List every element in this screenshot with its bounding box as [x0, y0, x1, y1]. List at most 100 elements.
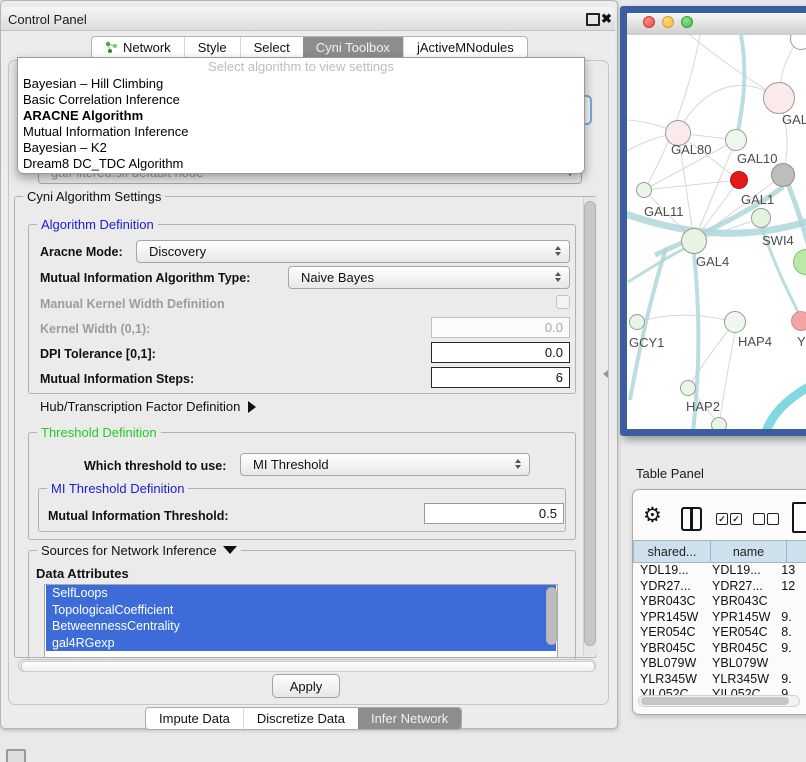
which-threshold-combo[interactable]: MI Threshold — [240, 453, 530, 476]
table-header-row: shared... name — [633, 540, 806, 563]
data-attribute-item[interactable]: gal4RGexp — [46, 635, 556, 652]
network-node[interactable] — [711, 417, 727, 429]
settings-scrollbar-thumb[interactable] — [584, 201, 596, 646]
table-cell: 9. — [777, 687, 806, 695]
manual-kernel-checkbox[interactable] — [556, 295, 570, 309]
tab-infer-network[interactable]: Infer Network — [358, 708, 461, 729]
node-label: HAP4 — [738, 334, 772, 349]
table-hscrollbar-thumb[interactable] — [641, 697, 789, 705]
zoom-traffic-icon[interactable] — [681, 16, 693, 28]
settings-hscrollbar[interactable] — [18, 659, 596, 672]
tab-jactivemnodules[interactable]: jActiveMNodules — [403, 37, 527, 58]
aracne-mode-combo[interactable]: Discovery — [136, 240, 570, 263]
table-cell: YBR045C — [707, 641, 777, 657]
aracne-mode-label: Aracne Mode: — [40, 245, 123, 259]
table-cell: YPR145W — [633, 610, 707, 626]
table-body: YDL19...YDL19...13YDR27...YDR27...12YBR0… — [633, 563, 806, 695]
table-row[interactable]: YIL052CYIL052C9. — [633, 687, 806, 695]
table-row[interactable]: YPR145WYPR145W9. — [633, 610, 806, 626]
column-header-third[interactable] — [787, 540, 806, 563]
document-icon[interactable] — [792, 502, 806, 533]
algorithm-option[interactable]: ARACNE Algorithm — [18, 108, 584, 124]
table-cell: YDL19... — [707, 563, 777, 579]
data-attribute-item[interactable]: TopologicalCoefficient — [46, 602, 556, 619]
table-row[interactable]: YLR345WYLR345W9. — [633, 672, 806, 688]
table-row[interactable]: YBR045CYBR045C9. — [633, 641, 806, 657]
network-node-gal11[interactable] — [636, 182, 652, 198]
tab-cyni-toolbox[interactable]: Cyni Toolbox — [303, 37, 403, 58]
algorithm-option[interactable]: Bayesian – K2 — [18, 140, 584, 156]
select-all-checkbox-icon[interactable]: ✓ — [730, 513, 742, 525]
close-traffic-icon[interactable] — [643, 16, 655, 28]
splitter-arrow-icon[interactable] — [603, 370, 608, 378]
gear-icon[interactable]: ⚙ — [643, 503, 662, 528]
table-row[interactable]: YDR27...YDR27...12 — [633, 579, 806, 595]
algorithm-option[interactable]: Dream8 DC_TDC Algorithm — [18, 156, 584, 172]
close-icon[interactable]: ✖ — [601, 11, 612, 27]
split-columns-icon[interactable] — [681, 507, 702, 531]
table-cell: 12 — [777, 579, 806, 595]
tab-discretize-data[interactable]: Discretize Data — [243, 708, 358, 729]
data-attribute-item[interactable]: BetweennessCentrality — [46, 618, 556, 635]
data-attribute-item[interactable]: SelfLoops — [46, 585, 556, 602]
tab-network[interactable]: Network — [92, 37, 184, 58]
tab-style[interactable]: Style — [184, 37, 240, 58]
tab-impute-data[interactable]: Impute Data — [146, 708, 243, 729]
apply-label: Apply — [290, 679, 323, 694]
group-title: Threshold Definition — [37, 425, 161, 440]
table-row[interactable]: YBL079WYBL079W — [633, 656, 806, 672]
algorithm-option[interactable]: Bayesian – Hill Climbing — [18, 76, 584, 92]
data-attributes-list[interactable]: SelfLoopsTopologicalCoefficientBetweenne… — [44, 584, 558, 658]
kernel-width-label: Kernel Width (0,1): — [40, 322, 150, 336]
group-title: MI Threshold Definition — [47, 481, 188, 496]
mi-steps-field[interactable]: 6 — [431, 367, 570, 388]
mi-threshold-label: Mutual Information Threshold: — [48, 509, 229, 523]
table-cell: YBR045C — [633, 641, 707, 657]
table-cell: YER054C — [633, 625, 707, 641]
minimized-panel-icon[interactable] — [6, 749, 26, 762]
deselect-all-checkbox-icon[interactable] — [753, 513, 765, 525]
network-node-gal10[interactable] — [725, 129, 747, 151]
tab-label: Infer Network — [371, 708, 448, 729]
network-node-gal1[interactable] — [751, 208, 771, 228]
network-canvas[interactable]: GALGAL80GAL10GAL11GAL1SWI4GAL4GCY1HAP4YH… — [627, 35, 806, 429]
column-header-shared-name[interactable]: shared... — [633, 540, 711, 563]
table-hscrollbar[interactable] — [638, 695, 800, 707]
table-row[interactable]: YDL19...YDL19...13 — [633, 563, 806, 579]
tab-label: Style — [198, 37, 227, 58]
network-node-gal4[interactable] — [681, 228, 707, 254]
control-panel-titlebar[interactable] — [1, 7, 615, 31]
network-node-y[interactable] — [791, 311, 806, 331]
column-header-name[interactable]: name — [711, 540, 787, 563]
float-window-icon[interactable] — [586, 13, 600, 26]
which-threshold-value: MI Threshold — [253, 457, 329, 472]
algorithm-option[interactable]: Mutual Information Inference — [18, 124, 584, 140]
expanded-arrow-icon[interactable] — [223, 546, 237, 554]
stepper-icon — [555, 272, 562, 284]
network-node[interactable] — [771, 163, 795, 187]
apply-button[interactable]: Apply — [272, 674, 340, 698]
algorithm-option[interactable]: Basic Correlation Inference — [18, 92, 584, 108]
hub-definition-toggle[interactable]: Hub/Transcription Factor Definition — [40, 399, 256, 414]
mi-type-combo[interactable]: Naive Bayes — [288, 266, 570, 289]
mi-threshold-field[interactable]: 0.5 — [424, 503, 564, 524]
tab-select[interactable]: Select — [240, 37, 303, 58]
table-row[interactable]: YER054CYER054C8. — [633, 625, 806, 641]
dpi-tolerance-field[interactable]: 0.0 — [431, 342, 570, 363]
network-node-hap4[interactable] — [724, 311, 746, 333]
network-node-gal[interactable] — [763, 82, 795, 114]
network-node-hap2[interactable] — [680, 380, 696, 396]
minimize-traffic-icon[interactable] — [662, 16, 674, 28]
attributes-scrollbar-thumb[interactable] — [546, 587, 557, 645]
table-cell: YDR27... — [633, 579, 707, 595]
select-all-checkbox-icon[interactable]: ✓ — [716, 513, 728, 525]
deselect-all-checkbox-icon[interactable] — [767, 513, 779, 525]
network-node-gcy1[interactable] — [629, 314, 645, 330]
kernel-width-field[interactable]: 0.0 — [431, 317, 570, 338]
table-cell: YBL079W — [633, 656, 707, 672]
settings-hscrollbar-thumb[interactable] — [21, 661, 595, 672]
table-row[interactable]: YBR043CYBR043C — [633, 594, 806, 610]
hub-definition-label: Hub/Transcription Factor Definition — [40, 399, 240, 414]
table-cell: YLR345W — [707, 672, 777, 688]
network-node[interactable] — [730, 171, 748, 189]
